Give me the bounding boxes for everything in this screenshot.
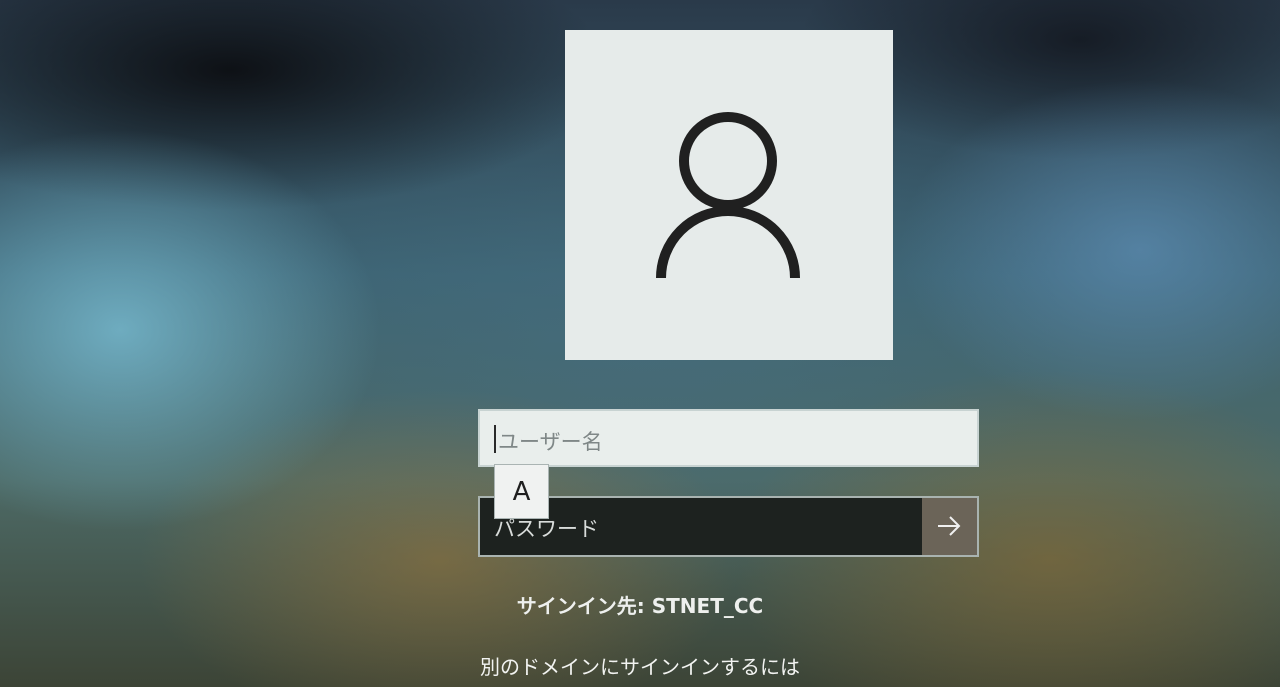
password-input[interactable]: パスワード (478, 496, 979, 557)
ime-mode-indicator: A (494, 464, 549, 519)
other-domain-link[interactable]: 別のドメインにサインインするには (0, 651, 1280, 680)
arrow-right-icon (938, 516, 961, 536)
user-avatar-icon (656, 112, 800, 279)
username-input[interactable]: ユーザー名 (478, 409, 979, 467)
sign-in-domain-label: サインイン先: STNET_CC (516, 594, 764, 618)
sign-in-submit-button[interactable] (922, 498, 977, 555)
user-avatar-tile (565, 30, 893, 360)
text-caret (494, 425, 496, 453)
username-placeholder: ユーザー名 (498, 430, 603, 454)
